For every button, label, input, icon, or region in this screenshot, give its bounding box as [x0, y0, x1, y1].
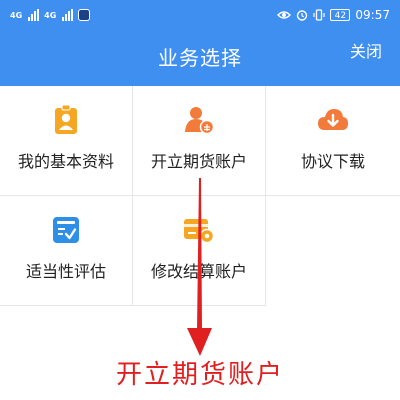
network-type-label: 4G: [10, 10, 23, 20]
status-bar: 4G 4G 42 09:57: [0, 0, 400, 30]
battery-icon: 42: [330, 9, 351, 21]
title-bar: 业务选择 关闭: [0, 30, 400, 86]
status-right: 42 09:57: [277, 8, 390, 22]
cloud-download-icon: [318, 109, 348, 130]
menu-item-open-futures-account[interactable]: 开立期货账户: [133, 86, 266, 196]
alarm-icon: [297, 10, 308, 21]
assessment-checklist-icon: [53, 217, 79, 243]
business-menu-grid: 我的基本资料 开立期货账户 协议下载 适当性评估 修改结算账户: [0, 86, 400, 306]
menu-item-label: 修改结算账户: [150, 262, 247, 281]
menu-item-label: 开立期货账户: [150, 152, 247, 171]
close-button[interactable]: 关闭: [350, 38, 382, 62]
bank-card-settings-icon: [184, 219, 215, 244]
annotation-caption: 开立期货账户: [115, 360, 284, 390]
clock-time: 09:57: [355, 8, 390, 22]
menu-item-modify-settlement-account[interactable]: 修改结算账户: [133, 196, 266, 306]
vibrate-icon: [313, 9, 326, 21]
menu-item-label: 适当性评估: [25, 262, 106, 281]
menu-item-suitability-assessment[interactable]: 适当性评估: [0, 196, 133, 306]
signal-icon: [28, 9, 40, 21]
eye-icon: [277, 11, 292, 19]
app-notification-icon: [78, 9, 91, 21]
menu-item-label: 协议下载: [300, 152, 365, 171]
menu-item-basic-profile[interactable]: 我的基本资料: [0, 86, 133, 196]
user-open-account-icon: [185, 107, 215, 135]
network-type-label: 4G: [44, 10, 57, 20]
status-left: 4G 4G: [10, 9, 91, 21]
page-title: 业务选择: [158, 46, 242, 70]
profile-badge-icon: [55, 104, 77, 134]
menu-item-agreement-download[interactable]: 协议下载: [266, 86, 400, 196]
menu-item-label: 我的基本资料: [17, 152, 114, 171]
signal-icon: [62, 9, 74, 21]
